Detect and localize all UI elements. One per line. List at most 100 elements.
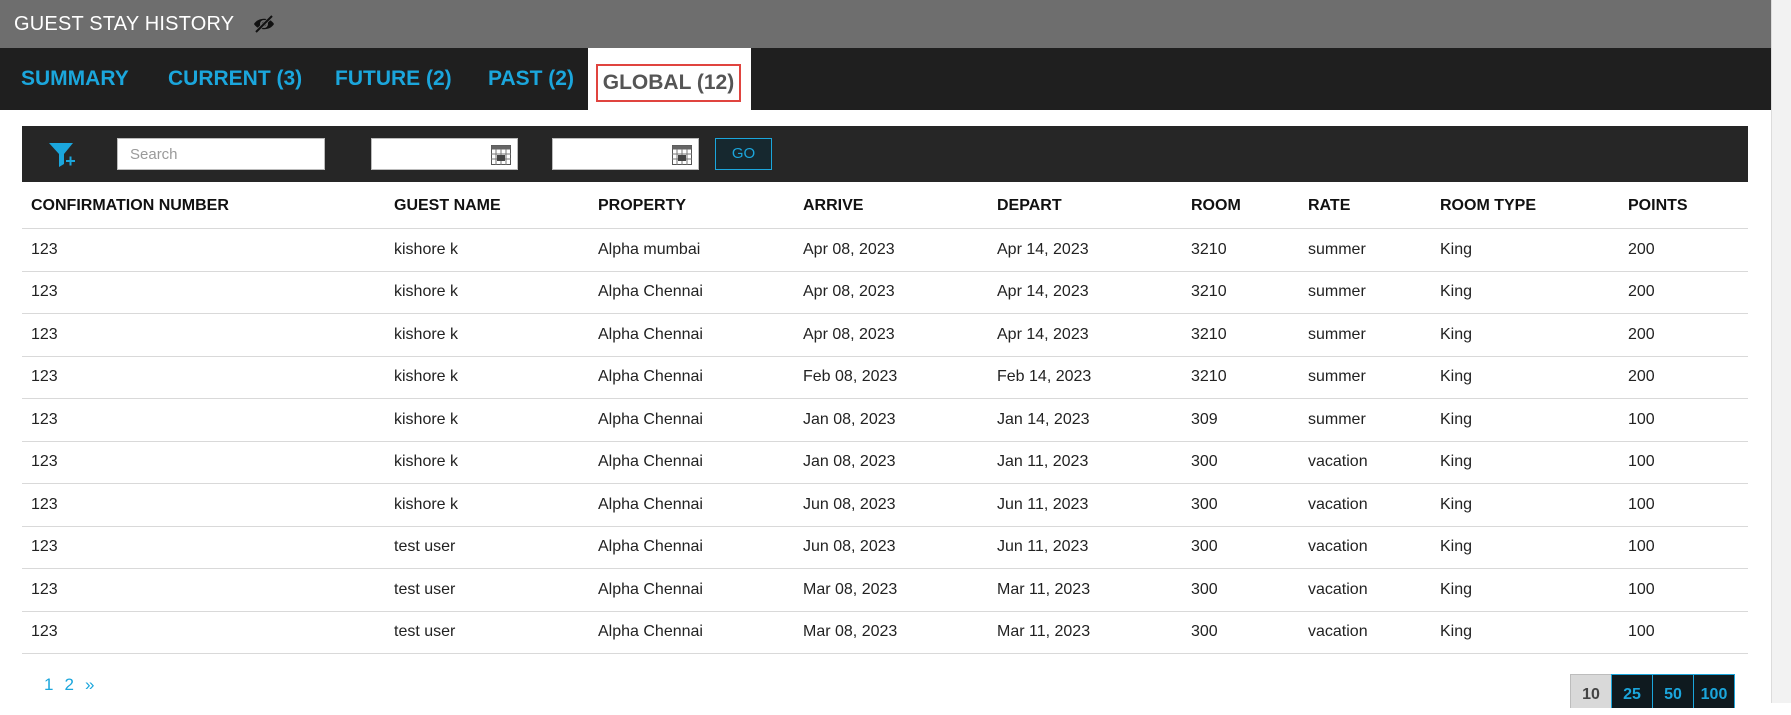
- date-to-field[interactable]: [552, 138, 699, 170]
- cell-room-type: King: [1440, 538, 1473, 556]
- table-row[interactable]: 123 test user Alpha Chennai Mar 08, 2023 Mar…: [22, 569, 1748, 612]
- cell-rate: vacation: [1308, 538, 1368, 556]
- page-link-2[interactable]: 2: [64, 675, 73, 695]
- tab-past[interactable]: PAST (2): [488, 48, 574, 110]
- col-property[interactable]: PROPERTY: [598, 183, 686, 228]
- cell-guest-name: test user: [394, 538, 456, 556]
- col-confirmation-number[interactable]: CONFIRMATION NUMBER: [31, 183, 229, 228]
- cell-depart: Mar 11, 2023: [997, 623, 1091, 641]
- cell-arrive: Jan 08, 2023: [803, 410, 896, 428]
- cell-points: 100: [1628, 580, 1655, 598]
- cell-guest-name: kishore k: [394, 283, 459, 301]
- table-row[interactable]: 123 kishore k Alpha mumbai Apr 08, 2023 Apr …: [22, 229, 1748, 272]
- cell-room-type: King: [1440, 410, 1473, 428]
- pagination: 1 2 »: [44, 675, 94, 695]
- cell-guest-name: kishore k: [394, 368, 459, 386]
- cell-guest-name: kishore k: [394, 325, 459, 343]
- cell-points: 100: [1628, 453, 1655, 471]
- col-rate[interactable]: RATE: [1308, 183, 1350, 228]
- eye-slash-icon[interactable]: [252, 13, 278, 35]
- table-row[interactable]: 123 kishore k Alpha Chennai Jan 08, 2023 Jan…: [22, 399, 1748, 442]
- cell-room: 300: [1191, 538, 1218, 556]
- table-row[interactable]: 123 test user Alpha Chennai Mar 08, 2023 Mar…: [22, 612, 1748, 654]
- table-row[interactable]: 123 kishore k Alpha Chennai Apr 08, 2023 Apr…: [22, 314, 1748, 357]
- cell-room: 3210: [1191, 240, 1227, 258]
- cell-room: 3210: [1191, 283, 1227, 301]
- cell-guest-name: test user: [394, 580, 456, 598]
- cell-depart: Jun 11, 2023: [997, 495, 1089, 513]
- cell-points: 100: [1628, 538, 1655, 556]
- cell-confirmation-number: 123: [31, 453, 58, 471]
- tab-future[interactable]: FUTURE (2): [335, 48, 452, 110]
- table-row[interactable]: 123 kishore k Alpha Chennai Jun 08, 2023 Jun…: [22, 484, 1748, 527]
- cell-arrive: Feb 08, 2023: [803, 368, 898, 386]
- cell-property: Alpha Chennai: [598, 453, 703, 471]
- cell-arrive: Jan 08, 2023: [803, 453, 896, 471]
- cell-guest-name: test user: [394, 623, 456, 641]
- page-link-1[interactable]: 1: [44, 675, 53, 695]
- table-row[interactable]: 123 test user Alpha Chennai Jun 08, 2023 Jun…: [22, 527, 1748, 569]
- search-input[interactable]: [117, 138, 325, 170]
- cell-points: 100: [1628, 410, 1655, 428]
- cell-rate: summer: [1308, 283, 1366, 301]
- tab-summary[interactable]: SUMMARY: [21, 48, 129, 110]
- cell-confirmation-number: 123: [31, 410, 58, 428]
- tab-bar: SUMMARY CURRENT (3) FUTURE (2) PAST (2) …: [0, 48, 1771, 110]
- go-button[interactable]: GO: [715, 138, 772, 170]
- calendar-icon[interactable]: [672, 145, 692, 165]
- calendar-icon[interactable]: [491, 145, 511, 165]
- cell-arrive: Mar 08, 2023: [803, 623, 898, 641]
- cell-property: Alpha Chennai: [598, 538, 703, 556]
- col-depart[interactable]: DEPART: [997, 183, 1062, 228]
- cell-depart: Mar 11, 2023: [997, 580, 1091, 598]
- cell-rate: vacation: [1308, 495, 1368, 513]
- cell-rate: summer: [1308, 325, 1366, 343]
- cell-confirmation-number: 123: [31, 240, 58, 258]
- cell-room-type: King: [1440, 240, 1473, 258]
- cell-property: Alpha Chennai: [598, 325, 703, 343]
- col-room-type[interactable]: ROOM TYPE: [1440, 183, 1536, 228]
- cell-confirmation-number: 123: [31, 325, 58, 343]
- table-row[interactable]: 123 kishore k Alpha Chennai Apr 08, 2023 Apr…: [22, 272, 1748, 314]
- cell-guest-name: kishore k: [394, 495, 459, 513]
- col-points[interactable]: POINTS: [1628, 183, 1688, 228]
- cell-confirmation-number: 123: [31, 538, 58, 556]
- table-row[interactable]: 123 kishore k Alpha Chennai Jan 08, 2023 Jan…: [22, 442, 1748, 484]
- cell-arrive: Mar 08, 2023: [803, 580, 898, 598]
- cell-points: 200: [1628, 325, 1655, 343]
- cell-points: 200: [1628, 240, 1655, 258]
- cell-depart: Feb 14, 2023: [997, 368, 1092, 386]
- date-from-field[interactable]: [371, 138, 518, 170]
- col-guest-name[interactable]: GUEST NAME: [394, 183, 501, 228]
- filter-add-icon[interactable]: [46, 138, 78, 170]
- cell-room-type: King: [1440, 623, 1473, 641]
- col-arrive[interactable]: ARRIVE: [803, 183, 863, 228]
- cell-property: Alpha mumbai: [598, 240, 701, 258]
- cell-rate: vacation: [1308, 453, 1368, 471]
- cell-rate: summer: [1308, 368, 1366, 386]
- cell-room-type: King: [1440, 368, 1473, 386]
- cell-arrive: Apr 08, 2023: [803, 283, 895, 301]
- cell-points: 200: [1628, 283, 1655, 301]
- filter-bar: GO: [22, 126, 1748, 182]
- cell-room-type: King: [1440, 495, 1473, 513]
- cell-depart: Jan 14, 2023: [997, 410, 1090, 428]
- cell-room-type: King: [1440, 283, 1473, 301]
- cell-property: Alpha Chennai: [598, 368, 703, 386]
- col-room[interactable]: ROOM: [1191, 183, 1241, 228]
- cell-room: 300: [1191, 623, 1218, 641]
- tab-global[interactable]: GLOBAL (12): [588, 48, 751, 110]
- cell-confirmation-number: 123: [31, 495, 58, 513]
- cell-room: 309: [1191, 410, 1218, 428]
- cell-property: Alpha Chennai: [598, 410, 703, 428]
- cell-property: Alpha Chennai: [598, 580, 703, 598]
- cell-depart: Apr 14, 2023: [997, 325, 1089, 343]
- page-size-selector: 10 25 50 100: [1570, 674, 1735, 708]
- vertical-scrollbar[interactable]: [1771, 0, 1791, 703]
- cell-arrive: Jun 08, 2023: [803, 495, 896, 513]
- tab-global-label: GLOBAL (12): [596, 64, 741, 102]
- cell-guest-name: kishore k: [394, 240, 459, 258]
- next-page-link[interactable]: »: [85, 675, 94, 695]
- tab-current[interactable]: CURRENT (3): [168, 48, 302, 110]
- table-row[interactable]: 123 kishore k Alpha Chennai Feb 08, 2023 Feb…: [22, 357, 1748, 399]
